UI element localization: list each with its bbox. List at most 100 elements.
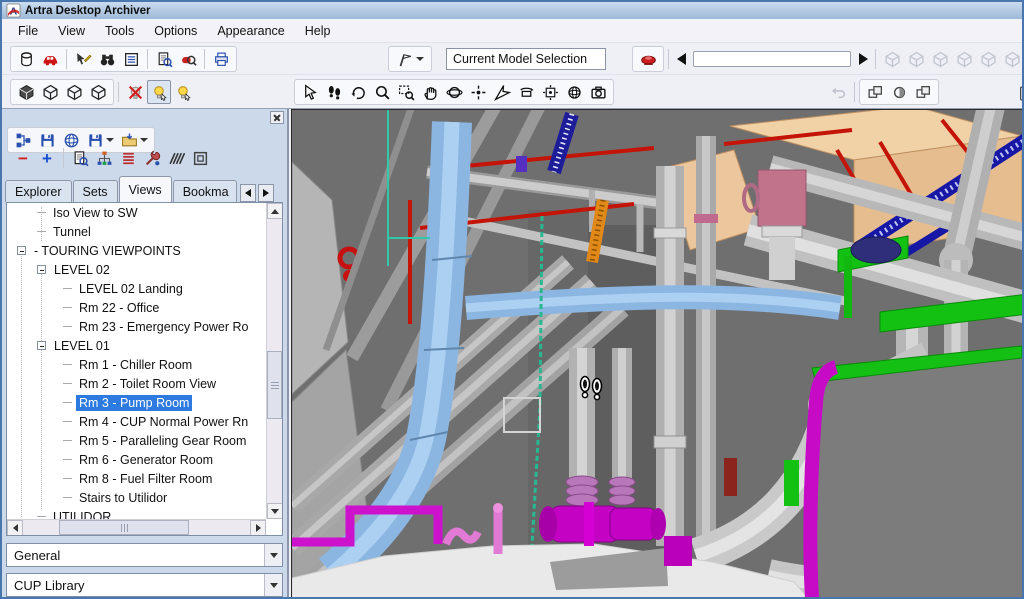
organize-button[interactable] [92, 146, 116, 170]
turntable-button[interactable] [514, 80, 538, 104]
tree-item-selected[interactable]: Rm 3 - Pump Room [7, 393, 266, 412]
orbit-button[interactable] [442, 80, 466, 104]
remove-view-button[interactable]: − [11, 146, 35, 170]
menu-options[interactable]: Options [144, 21, 207, 41]
tree-item[interactable]: Rm 8 - Fuel Filter Room [7, 469, 266, 488]
tree-item[interactable]: Rm 4 - CUP Normal Power Rn [7, 412, 266, 431]
print-button[interactable] [209, 47, 233, 71]
select-cube-button[interactable] [38, 80, 62, 104]
menu-help[interactable]: Help [295, 21, 341, 41]
fly-button[interactable] [490, 80, 514, 104]
hide-button[interactable] [123, 80, 147, 104]
model-cube-5-button[interactable] [976, 47, 1000, 71]
menu-appearance[interactable]: Appearance [207, 21, 294, 41]
open-model-button[interactable] [14, 47, 38, 71]
tab-scroll-right-button[interactable] [258, 184, 274, 202]
animation-slider[interactable] [693, 51, 851, 67]
turn-button[interactable] [346, 80, 370, 104]
merge-models-button[interactable] [911, 80, 935, 104]
tree-horizontal-scrollbar[interactable] [7, 519, 266, 535]
spin-ball-button[interactable] [562, 80, 586, 104]
tab-explorer[interactable]: Explorer [5, 180, 72, 202]
tree-item[interactable]: Rm 1 - Chiller Room [7, 355, 266, 374]
add-view-button[interactable]: + [35, 146, 59, 170]
pick-cube-button[interactable] [62, 80, 86, 104]
tab-views[interactable]: Views [119, 176, 172, 202]
model-cube-1-button[interactable] [880, 47, 904, 71]
model-cube-6-button[interactable] [1000, 47, 1024, 71]
selection-mode-button[interactable] [392, 47, 428, 71]
model-selection-box[interactable]: Current Model Selection [446, 48, 606, 70]
model-cube-2-button[interactable] [904, 47, 928, 71]
focus-button[interactable] [538, 80, 562, 104]
select-solid-cube-button[interactable] [14, 80, 38, 104]
transparency-button[interactable] [887, 80, 911, 104]
tree-item[interactable]: Rm 6 - Generator Room [7, 450, 266, 469]
tree-item[interactable]: UTILIDOR [7, 507, 266, 519]
tree-expander[interactable] [37, 265, 46, 274]
tree-item[interactable]: Rm 2 - Toilet Room View [7, 374, 266, 393]
edit-selection-button[interactable] [71, 47, 95, 71]
menu-view[interactable]: View [48, 21, 95, 41]
dropdown-button[interactable] [264, 574, 282, 596]
tree-item[interactable]: Iso View to SW [7, 203, 266, 222]
highlight-on-button[interactable] [147, 80, 171, 104]
tree-expander[interactable] [37, 341, 46, 350]
tree-expander[interactable] [17, 246, 26, 255]
tab-bookmarks[interactable]: Bookma [173, 180, 237, 202]
highlight-button[interactable] [171, 80, 195, 104]
tree-item[interactable]: Rm 23 - Emergency Power Ro [7, 317, 266, 336]
scroll-thumb[interactable] [59, 520, 189, 535]
step-forward-button[interactable] [855, 49, 871, 69]
step-back-button[interactable] [673, 49, 689, 69]
tree-item[interactable]: LEVEL 01 [7, 336, 266, 355]
tree-item[interactable]: Stairs to Utilidor [7, 488, 266, 507]
viewport-3d[interactable] [291, 109, 1022, 599]
scroll-down-button[interactable] [267, 503, 283, 519]
scroll-thumb[interactable] [267, 351, 282, 419]
walk-button[interactable] [322, 80, 346, 104]
model-cube-4-button[interactable] [952, 47, 976, 71]
animation-play-button[interactable] [636, 47, 660, 71]
preview-button[interactable] [68, 146, 92, 170]
model-cube-3-button[interactable] [928, 47, 952, 71]
title-bar[interactable]: A Artra Desktop Archiver [2, 2, 1022, 19]
tree-item[interactable]: LEVEL 02 Landing [7, 279, 266, 298]
drive-model-button[interactable] [38, 47, 62, 71]
box-cube-button[interactable] [86, 80, 110, 104]
tools-button[interactable] [140, 146, 164, 170]
zoom-window-button[interactable] [394, 80, 418, 104]
tree-vertical-scrollbar[interactable] [266, 203, 282, 519]
library-combobox[interactable]: CUP Library [6, 573, 283, 597]
tab-sets[interactable]: Sets [73, 180, 118, 202]
menu-file[interactable]: File [8, 21, 48, 41]
tab-scroll-left-button[interactable] [240, 184, 256, 202]
camera-button[interactable] [586, 80, 610, 104]
compare-models-button[interactable] [863, 80, 887, 104]
form-list-button[interactable] [119, 47, 143, 71]
scroll-left-button[interactable] [7, 520, 23, 536]
scroll-right-button[interactable] [250, 520, 266, 536]
clipboard-button[interactable] [1014, 80, 1024, 104]
menu-tools[interactable]: Tools [95, 21, 144, 41]
undo-view-button[interactable] [826, 80, 850, 104]
zoom-button[interactable] [370, 80, 394, 104]
pan-button[interactable] [418, 80, 442, 104]
tree-item[interactable]: LEVEL 02 [7, 260, 266, 279]
list-properties-button[interactable] [116, 146, 140, 170]
category-combobox[interactable]: General [6, 543, 283, 567]
tree-item[interactable]: Rm 5 - Paralleling Gear Room [7, 431, 266, 450]
scroll-up-button[interactable] [267, 203, 283, 219]
frame-button[interactable] [188, 146, 212, 170]
hatch-button[interactable] [164, 146, 188, 170]
find-button[interactable] [95, 47, 119, 71]
tree-item[interactable]: Tunnel [7, 222, 266, 241]
select-pointer-button[interactable] [298, 80, 322, 104]
examine-button[interactable] [466, 80, 490, 104]
dropdown-button[interactable] [264, 544, 282, 566]
tree-item[interactable]: - TOURING VIEWPOINTS [7, 241, 266, 260]
panel-close-button[interactable] [270, 111, 284, 124]
tree-item[interactable]: Rm 22 - Office [7, 298, 266, 317]
preview-document-button[interactable] [152, 47, 176, 71]
inspect-material-button[interactable] [176, 47, 200, 71]
